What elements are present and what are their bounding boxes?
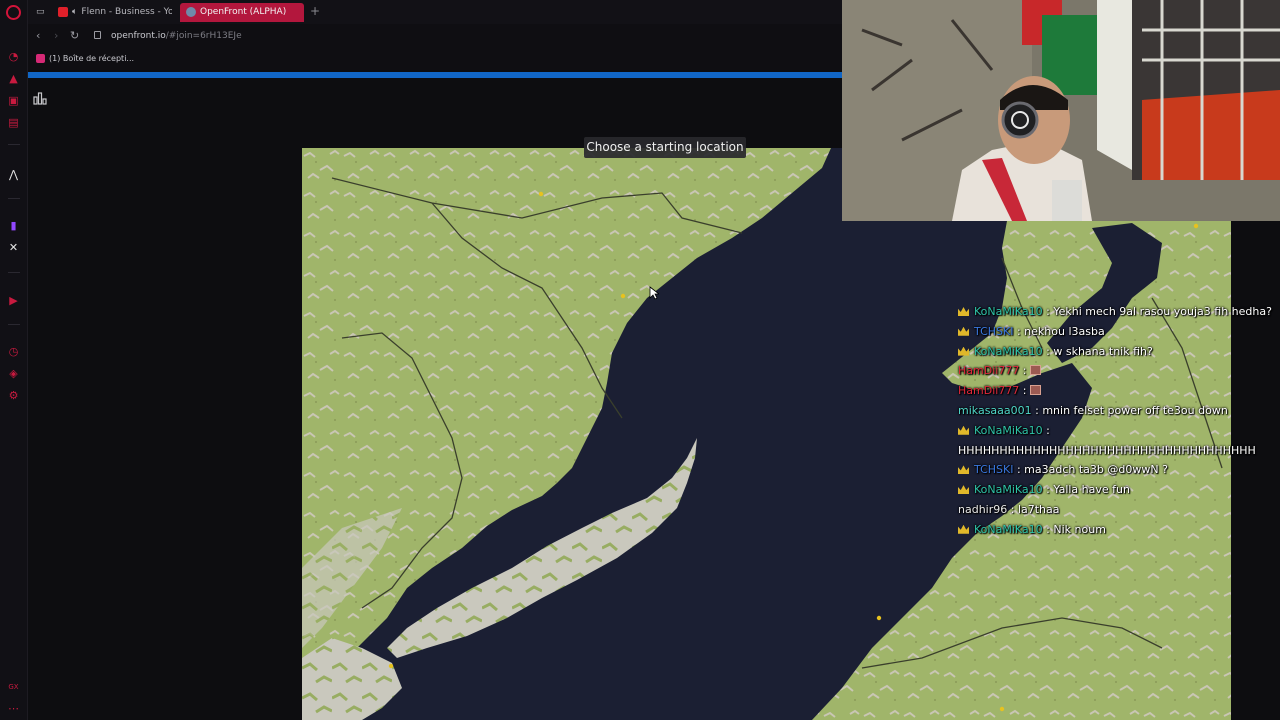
url-path: /#join=6rH13EJe [165, 31, 242, 41]
youtube-icon [58, 6, 68, 17]
gx-badge-icon[interactable]: GX [7, 681, 20, 694]
tab-youtube-label: Flenn - Business - You [81, 7, 172, 17]
chat-text: : Yekhi mech 9al rasou youja3 fih hedha? [1042, 305, 1272, 318]
chat-message: KoNaMiKa10 : [958, 421, 1280, 441]
gx-store-icon[interactable]: ▣ [7, 94, 20, 107]
browser-sidebar: ◔ ▲ ▣ ▤ ⋀ ▮ ✕ ▶ ◷ ◈ ⚙ GX ⋯ [0, 0, 28, 720]
mouse-cursor-icon [649, 286, 659, 300]
chat-username: KoNaMiKa10 [974, 483, 1043, 497]
chat-text: : [1042, 423, 1050, 437]
chat-message: HamDii777 : [958, 361, 1280, 381]
globe-icon [186, 6, 196, 17]
crown-badge-icon [958, 485, 969, 495]
chat-message: HamDii777 : [958, 381, 1280, 401]
chat-text: : mnin felset power off te3ou down [1031, 403, 1228, 417]
chat-username: TCHSKI [974, 463, 1014, 477]
chat-text: : ma3adch ta3b @d0wwN ? [1013, 463, 1168, 477]
leaderboard-icon[interactable] [33, 91, 47, 105]
extensions-icon[interactable]: ◈ [7, 367, 20, 380]
reload-icon[interactable]: ↻ [70, 29, 79, 42]
back-icon[interactable]: ‹ [36, 29, 40, 42]
chat-username: KoNaMiKa10 [974, 522, 1043, 536]
settings-icon[interactable]: ⚙ [7, 389, 20, 402]
sidebar-divider [8, 272, 20, 273]
aria-icon[interactable]: ⋀ [7, 168, 20, 181]
gx-player-icon[interactable]: ▤ [7, 116, 20, 129]
chat-message: HHHHHHHHHHHHHHHHHHHHHHHHHHHHHHHHHHHH [958, 441, 1280, 461]
chat-text: : Nik noum [1042, 522, 1106, 536]
forward-icon[interactable]: › [54, 29, 58, 42]
chat-username: KoNaMiKa10 [974, 344, 1043, 358]
chat-username: KoNaMiKa10 [974, 423, 1043, 437]
player-icon[interactable]: ▶ [7, 294, 20, 307]
chat-text: : nekhou l3asba [1013, 324, 1105, 338]
bookmark-instagram[interactable]: (1) Boîte de récepti... [36, 54, 134, 63]
crown-badge-icon [958, 326, 969, 336]
instagram-icon [36, 54, 45, 63]
chat-text: : Yalla have fun [1042, 483, 1130, 497]
crown-badge-icon [958, 524, 969, 534]
chat-message: nadhir96 : la7thaa [958, 500, 1280, 520]
chat-message: KoNaMiKa10 : w skhana tnik fih? [958, 342, 1280, 362]
chat-username: TCHSKI [974, 324, 1014, 338]
starting-location-banner: Choose a starting location [584, 137, 746, 158]
stream-chat: KoNaMiKa10 : Yekhi mech 9al rasou youja3… [958, 302, 1280, 540]
url-field[interactable]: openfront.io/#join=6rH13EJe [111, 31, 242, 41]
chat-message: mikasaaa001 : mnin felset power off te3o… [958, 401, 1280, 421]
x-twitter-icon[interactable]: ✕ [7, 241, 20, 254]
tab-openfront[interactable]: OpenFront (ALPHA) [180, 3, 304, 22]
chat-message: KoNaMiKa10 : Nik noum [958, 520, 1280, 540]
chat-text: : la7thaa [1007, 502, 1060, 516]
bookmarks-bar: (1) Boîte de récepti... [28, 50, 842, 70]
tab-bar: ▭ 🔈︎ Flenn - Business - You OpenFront (AL… [28, 0, 842, 24]
tab-islands-icon[interactable]: ▭ [32, 3, 50, 22]
sidebar-divider [8, 324, 20, 325]
chat-username: nadhir96 [958, 502, 1008, 516]
chat-username: mikasaaa001 [958, 403, 1032, 417]
webcam-overlay [842, 0, 1280, 221]
address-bar: ‹ › ↻ openfront.io/#join=6rH13EJe [28, 24, 842, 50]
chat-text: : [1019, 364, 1031, 378]
emote-icon [1030, 365, 1042, 376]
chat-text: HHHHHHHHHHHHHHHHHHHHHHHHHHHHHHHHHHHH [958, 443, 1256, 457]
new-tab-button[interactable]: + [310, 4, 320, 18]
sidebar-divider [8, 144, 20, 145]
tab-youtube[interactable]: 🔈︎ Flenn - Business - You [52, 3, 172, 22]
opera-gx-logo-icon[interactable] [6, 5, 21, 20]
crown-badge-icon [958, 307, 969, 316]
more-icon[interactable]: ⋯ [7, 702, 20, 715]
chat-username: HamDii777 [958, 364, 1020, 378]
chat-message: KoNaMiKa10 : Yekhi mech 9al rasou youja3… [958, 302, 1280, 322]
crown-badge-icon [958, 425, 969, 435]
bookmark-label: (1) Boîte de récepti... [49, 54, 135, 63]
chat-text: : w skhana tnik fih? [1042, 344, 1153, 358]
twitch-icon[interactable]: ▮ [7, 219, 20, 232]
chat-message: TCHSKI : ma3adch ta3b @d0wwN ? [958, 460, 1280, 480]
chat-message: TCHSKI : nekhou l3asba [958, 322, 1280, 342]
chat-username: KoNaMiKa10 [974, 305, 1043, 318]
chat-text: : [1019, 384, 1031, 398]
chat-username: HamDii777 [958, 384, 1020, 398]
chat-message: KoNaMiKa10 : Yalla have fun [958, 480, 1280, 500]
history-icon[interactable]: ◷ [7, 345, 20, 358]
url-host: openfront.io [111, 31, 166, 41]
speaker-icon: 🔈︎ [72, 7, 78, 17]
emote-icon [1030, 385, 1042, 396]
gx-control-icon[interactable]: ◔ [7, 50, 20, 63]
sidebar-divider [8, 198, 20, 199]
crown-badge-icon [958, 465, 969, 475]
lock-icon [94, 31, 101, 39]
crown-badge-icon [958, 346, 969, 356]
gx-corner-icon[interactable]: ▲ [7, 72, 20, 85]
tab-openfront-label: OpenFront (ALPHA) [200, 7, 287, 17]
screen: ◔ ▲ ▣ ▤ ⋀ ▮ ✕ ▶ ◷ ◈ ⚙ GX ⋯ ▭ 🔈︎ Flenn - B… [0, 0, 1280, 720]
